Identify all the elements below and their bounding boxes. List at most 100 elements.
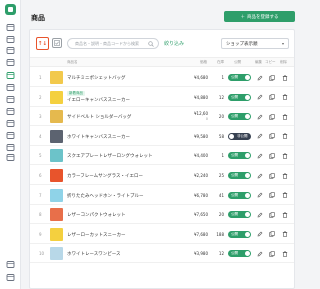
edit-icon[interactable] [256,172,263,179]
edit-icon[interactable] [256,211,263,218]
filter-button[interactable] [52,38,62,48]
edit-icon[interactable] [256,192,263,199]
delete-icon[interactable] [281,192,288,199]
publish-toggle[interactable]: 公開 [228,172,251,179]
chart-icon[interactable] [6,119,15,128]
delete-icon[interactable] [281,231,288,238]
row-number: 6 [39,173,42,178]
product-name[interactable]: スクエアプレートレザーロングウォレット [67,153,153,159]
product-list-card: ↑↓ 商品名・説明・商品コードから検索 絞り込み ショップ表示順 ▾ 商品名 価… [29,29,295,289]
table-row[interactable]: 3 サイドベルト ショルダーバッグ ¥12,60 0 20 公開 [30,107,294,127]
publish-toggle[interactable]: 公開 [228,230,251,238]
row-number: 7 [39,192,42,198]
edit-icon[interactable] [256,113,263,120]
header-delete: 削除 [280,60,287,64]
publish-toggle[interactable]: 公開 [228,93,251,101]
narrow-filter-link[interactable]: 絞り込み [164,40,184,47]
store-icon[interactable] [6,71,15,80]
publish-toggle[interactable]: 公開 [228,250,251,258]
table-row[interactable]: 1 マルチミニポシェットバッグ ¥4,680 1 公開 [30,68,294,87]
publish-toggle[interactable]: 公開 [228,152,251,160]
search-placeholder: 商品名・説明・商品コードから検索 [75,40,139,46]
copy-icon[interactable] [268,94,275,101]
edit-icon[interactable] [256,74,263,81]
product-name[interactable]: サイドベルト ショルダーバッグ [67,114,131,120]
table-row[interactable]: 9 レザーローカットスニーカー ¥7,680 188 公開 [30,225,294,244]
publish-toggle[interactable]: 公開 [228,74,251,81]
copy-icon[interactable] [268,192,275,199]
table-row[interactable]: 2 新着商品 イエローキャンバススニーカー ¥4,880 12 公開 [30,88,294,107]
copy-icon[interactable] [268,74,275,81]
publish-toggle[interactable]: 非公開 [228,132,251,140]
delete-icon[interactable] [281,250,288,257]
edit-icon[interactable] [256,133,263,140]
table-row[interactable]: 8 レザーコンパクトウォレット ¥7,650 20 公開 [30,205,294,225]
edit-icon[interactable] [256,94,263,101]
product-thumbnail[interactable] [50,110,63,124]
product-name[interactable]: 折りたたみヘッドホン・ライトブルー [67,193,144,199]
store-logo[interactable] [5,4,16,15]
publish-toggle[interactable]: 公開 [228,113,251,121]
table-row[interactable]: 4 ホワイトキャンバススニーカー ¥9,580 58 非公開 [30,127,294,146]
delete-icon[interactable] [281,74,288,81]
table-row[interactable]: 10 ホワイトレースワンピース ¥3,980 12 公開 [30,244,294,264]
publish-toggle[interactable]: 公開 [228,211,251,219]
message-icon[interactable] [6,35,15,44]
product-thumbnail[interactable] [50,149,63,163]
create-product-button[interactable]: ＋ 商品を登録する [224,11,295,22]
ticket-icon[interactable] [6,153,15,162]
search-input[interactable]: 商品名・説明・商品コードから検索 [67,38,159,49]
inbox-icon[interactable] [6,46,15,55]
tag-icon[interactable] [6,58,15,67]
edit-icon[interactable] [256,152,263,159]
delete-icon[interactable] [281,133,288,140]
copy-icon[interactable] [268,250,275,257]
delete-icon[interactable] [281,113,288,120]
product-price: ¥12,60 [194,111,208,117]
product-name[interactable]: レザーローカットスニーカー [67,232,126,238]
delete-icon[interactable] [281,172,288,179]
product-price: ¥7,650 [194,212,208,218]
shop-order-select[interactable]: ショップ表示順 ▾ [221,38,289,49]
table-row[interactable]: 7 折りたたみヘッドホン・ライトブルー ¥6,780 41 公開 [30,186,294,205]
copy-icon[interactable] [268,133,275,140]
table-row[interactable]: 5 スクエアプレートレザーロングウォレット ¥4,400 1 公開 [30,146,294,166]
product-thumbnail[interactable] [50,169,63,182]
product-thumbnail[interactable] [50,71,63,84]
product-name[interactable]: レザーコンパクトウォレット [67,212,126,218]
copy-icon[interactable] [268,231,275,238]
product-name[interactable]: イエローキャンバススニーカー [67,97,130,103]
copy-icon[interactable] [268,113,275,120]
product-name[interactable]: マルチミニポシェットバッグ [67,75,126,81]
product-thumbnail[interactable] [50,90,63,104]
toggle-knob [245,231,250,237]
sort-button[interactable]: ↑↓ [36,37,49,50]
copy-icon[interactable] [268,172,275,179]
delete-icon[interactable] [281,152,288,159]
user-icon[interactable] [6,95,15,104]
product-thumbnail[interactable] [50,208,63,222]
home-icon[interactable] [6,23,15,32]
edit-icon[interactable] [6,143,15,152]
edit-icon[interactable] [256,250,263,257]
delete-icon[interactable] [281,211,288,218]
logout-icon[interactable] [6,273,15,282]
megaphone-icon[interactable] [6,131,15,140]
product-thumbnail[interactable] [50,129,63,143]
settings-icon[interactable] [6,260,15,269]
product-price: ¥3,980 [194,251,208,257]
copy-icon[interactable] [268,152,275,159]
product-name[interactable]: ホワイトレースワンピース [67,251,121,257]
product-thumbnail[interactable] [50,247,63,261]
product-thumbnail[interactable] [50,188,63,202]
product-name[interactable]: ホワイトキャンバススニーカー [67,134,130,140]
cart-icon[interactable] [6,83,15,92]
copy-icon[interactable] [268,211,275,218]
coupon-icon[interactable] [6,107,15,116]
publish-toggle[interactable]: 公開 [228,191,251,199]
edit-icon[interactable] [256,231,263,238]
delete-icon[interactable] [281,94,288,101]
table-row[interactable]: 6 カラーフレームサングラス・イエロー ¥2,240 25 公開 [30,166,294,185]
product-thumbnail[interactable] [50,227,63,241]
product-name[interactable]: カラーフレームサングラス・イエロー [67,173,143,179]
